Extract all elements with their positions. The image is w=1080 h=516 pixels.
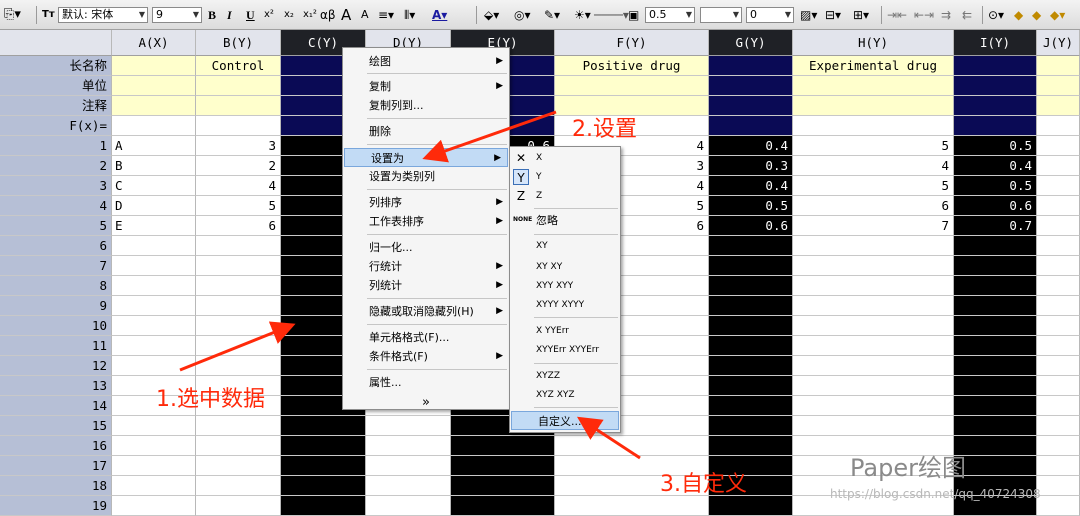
annotation-arrows	[179, 110, 641, 460]
annotation-set: 2.设置	[572, 117, 637, 142]
watermark-url: https://blog.csdn.net/qq_40724308	[830, 487, 1041, 501]
arrow-to-set-as	[422, 110, 557, 163]
annotation-custom: 3.自定义	[660, 472, 747, 497]
annotation-select-data: 1.选中数据	[156, 387, 265, 412]
arrow-to-custom	[576, 416, 641, 460]
arrow-to-selection	[179, 321, 296, 372]
watermark-text: Paper绘图	[850, 454, 966, 482]
